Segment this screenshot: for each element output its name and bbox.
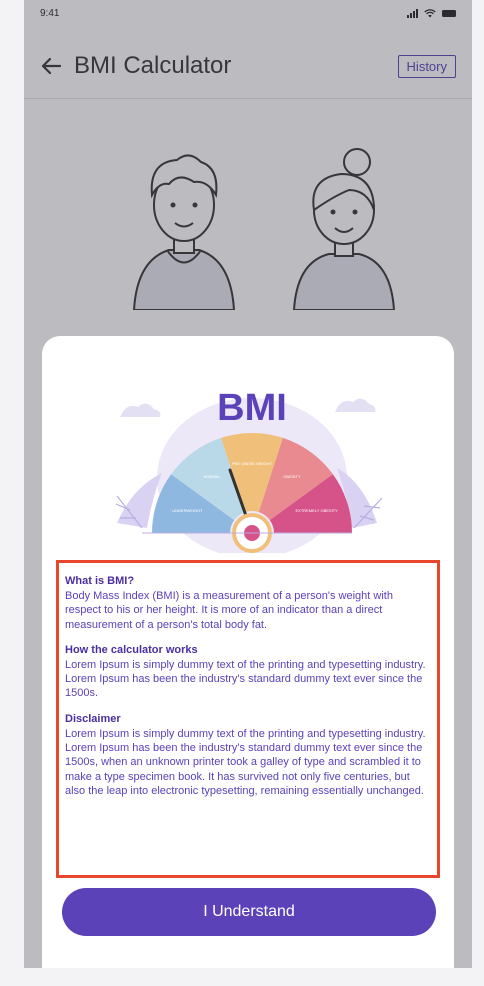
section-body-how-it-works: Lorem Ipsum is simply dummy text of the …	[65, 658, 426, 700]
bmi-gauge-illustration: BMI UNDERWEIGHT NORMAL PRE OBESE WEIGHT OBE…	[115, 387, 383, 553]
section-body-what-is-bmi: Body Mass Index (BMI) is a measurement o…	[65, 590, 393, 631]
gauge-segment-label: NORMAL	[203, 474, 221, 479]
gauge-segment-label: OBESITY	[283, 474, 301, 479]
section-heading-how-it-works: How the calculator works	[65, 643, 198, 656]
bmi-illustration-title: BMI	[217, 387, 287, 429]
bmi-info-text: What is BMI? Body Mass Index (BMI) is a …	[56, 560, 440, 878]
phone-screen: 9:41 BMI Calculator History BMI UNDERWEI…	[24, 0, 472, 968]
gauge-segment-label: EXTREMELY OBESITY	[296, 508, 339, 513]
section-heading-disclaimer: Disclaimer	[65, 712, 121, 725]
gauge-segment-label: UNDERWEIGHT	[172, 508, 203, 513]
bottom-edge	[0, 968, 484, 986]
i-understand-button[interactable]: I Understand	[62, 888, 436, 936]
bmi-info-sheet: BMI UNDERWEIGHT NORMAL PRE OBESE WEIGHT OBE…	[42, 336, 454, 968]
section-body-disclaimer: Lorem Ipsum is simply dummy text of the …	[65, 727, 426, 797]
section-heading-what-is-bmi: What is BMI?	[65, 575, 135, 587]
gauge-segment-label: PRE OBESE WEIGHT	[232, 461, 273, 466]
